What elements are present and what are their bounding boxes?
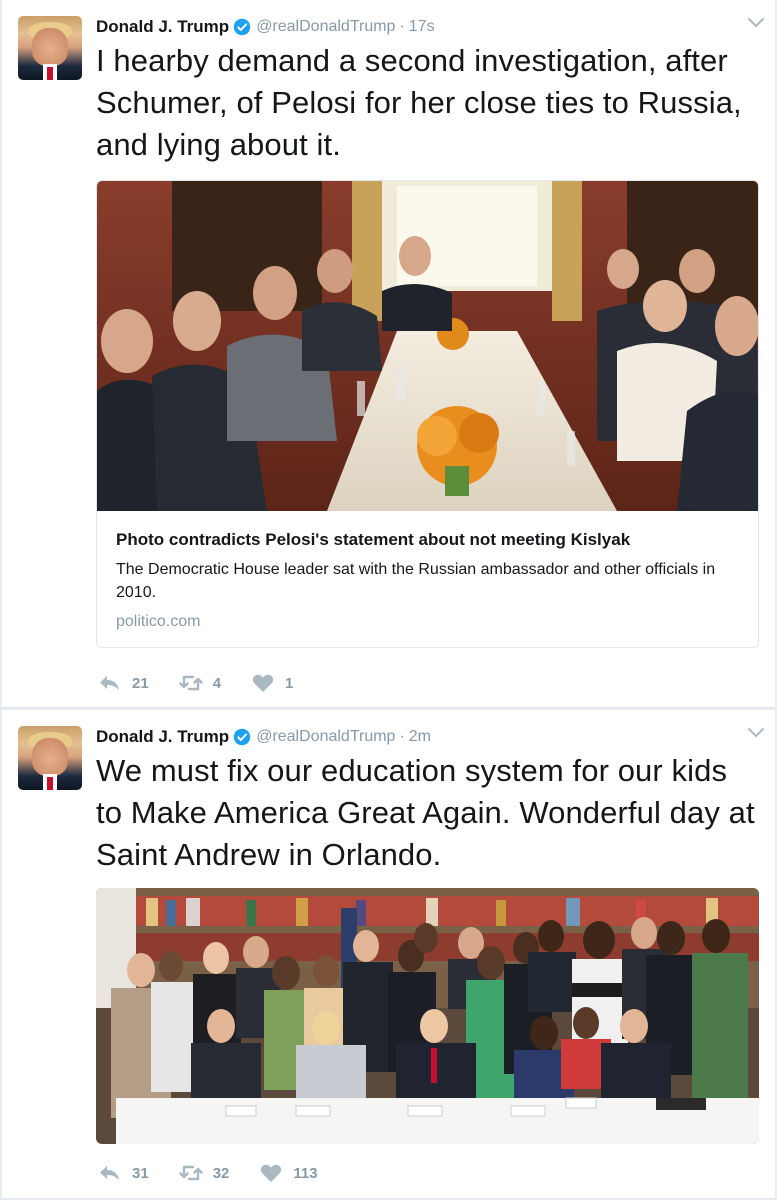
verified-badge-icon	[233, 728, 251, 746]
like-button[interactable]: 1	[251, 673, 293, 693]
display-name[interactable]: Donald J. Trump	[96, 727, 229, 747]
heart-icon	[261, 1164, 282, 1182]
timestamp[interactable]: 2m	[409, 728, 431, 746]
reply-icon	[100, 1166, 119, 1180]
card-photo	[97, 181, 758, 511]
tweet[interactable]: Donald J. Trump @realDonaldTrump · 17s I…	[2, 0, 775, 708]
tweet-text: We must fix our education system for our…	[96, 753, 755, 872]
avatar[interactable]	[18, 16, 82, 80]
tweet-photo[interactable]	[96, 888, 759, 1144]
retweet-icon	[178, 675, 203, 691]
reply-count: 31	[132, 1164, 149, 1182]
chevron-down-icon[interactable]	[747, 16, 765, 30]
card-title[interactable]: Photo contradicts Pelosi's statement abo…	[116, 530, 744, 550]
card-description: The Democratic House leader sat with the…	[116, 561, 716, 601]
tweet-header: Donald J. Trump @realDonaldTrump · 2m	[96, 726, 759, 748]
tweet-header: Donald J. Trump @realDonaldTrump · 17s	[96, 16, 759, 38]
reply-count: 21	[132, 674, 149, 692]
retweet-icon	[178, 1165, 203, 1181]
retweet-button[interactable]: 4	[178, 673, 222, 693]
retweet-button[interactable]: 32	[178, 1163, 230, 1183]
heart-icon	[252, 674, 274, 692]
retweet-count: 32	[212, 1164, 230, 1182]
timestamp[interactable]: 17s	[409, 18, 435, 36]
user-handle[interactable]: @realDonaldTrump	[256, 18, 395, 36]
avatar[interactable]	[18, 726, 82, 790]
separator-dot: ·	[399, 18, 405, 35]
like-count: 1	[285, 674, 294, 692]
separator-dot: ·	[399, 728, 405, 745]
display-name[interactable]: Donald J. Trump	[96, 17, 229, 37]
tweet-text: I hearby demand a second investigation, …	[96, 43, 742, 162]
like-button[interactable]: 113	[259, 1163, 318, 1183]
link-card[interactable]: Photo contradicts Pelosi's statement abo…	[96, 180, 759, 648]
retweet-count: 4	[212, 674, 222, 692]
tweet[interactable]: Donald J. Trump @realDonaldTrump · 2m We…	[2, 710, 775, 1199]
like-count: 113	[293, 1164, 318, 1182]
card-domain: politico.com	[116, 613, 201, 630]
verified-badge-icon	[233, 18, 251, 36]
tweet-actions: 21 4 1	[98, 672, 323, 694]
chevron-down-icon[interactable]	[747, 726, 765, 740]
tweet-actions: 31 32 113	[98, 1162, 348, 1184]
reply-button[interactable]: 31	[98, 1163, 149, 1183]
user-handle[interactable]: @realDonaldTrump	[256, 728, 395, 746]
reply-icon	[100, 676, 119, 690]
reply-button[interactable]: 21	[98, 673, 149, 693]
